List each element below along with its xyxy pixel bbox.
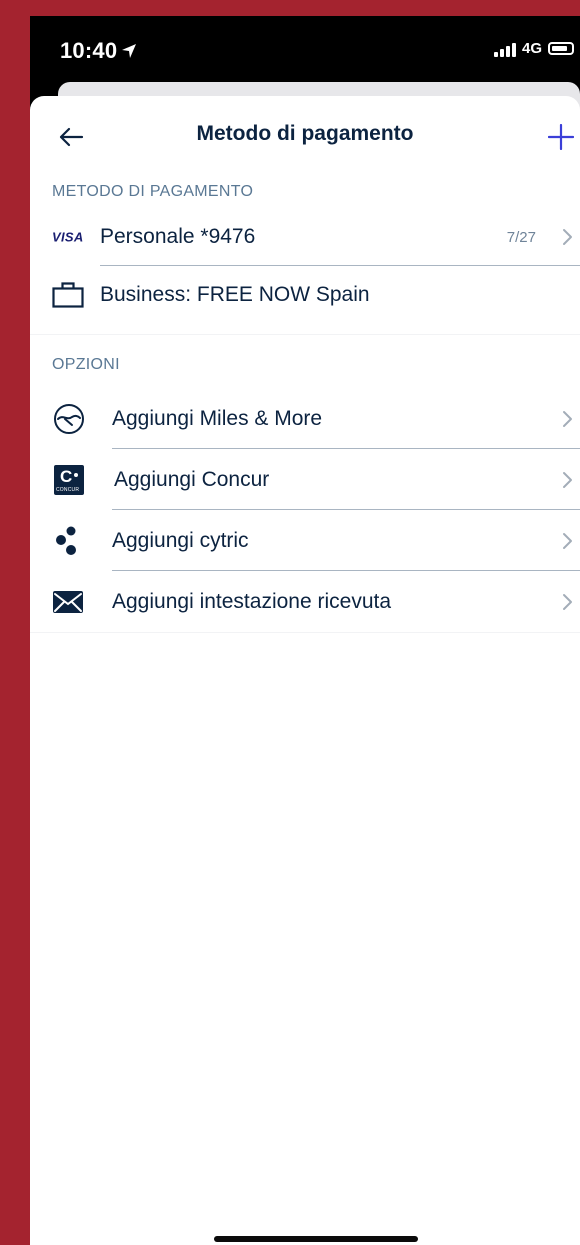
payment-item-label: Personale *9476: [100, 225, 256, 248]
option-item-label: Aggiungi Concur: [114, 467, 270, 491]
option-item-miles-more[interactable]: Aggiungi Miles & More: [30, 389, 580, 449]
lufthansa-crane-icon: [52, 402, 88, 436]
chevron-right-icon: [563, 229, 572, 245]
chevron-right-icon: [563, 411, 572, 427]
concur-logo-text: CONCUR: [56, 486, 80, 493]
phone-screen: 10:40 4G Metodo di pagamento METODO DI P…: [30, 16, 580, 1245]
chevron-right-icon: [563, 593, 572, 610]
option-item-label: Aggiungi cytric: [112, 528, 249, 552]
option-item-label: Aggiungi intestazione ricevuta: [112, 589, 392, 613]
network-type: 4G: [521, 40, 542, 57]
visa-logo-text: VISA: [52, 229, 84, 245]
briefcase-icon: [52, 282, 88, 308]
envelope-icon: [52, 590, 88, 614]
battery-icon: [548, 42, 574, 55]
option-item-label: Aggiungi Miles & More: [112, 407, 323, 430]
time-text: 10:40: [60, 38, 118, 63]
page-title: Metodo di pagamento: [196, 122, 414, 145]
payment-item-visa[interactable]: VISA Personale *9476 7/27: [30, 208, 580, 266]
status-bar: 10:40 4G: [30, 16, 580, 82]
status-time: 10:40: [60, 38, 137, 64]
home-indicator[interactable]: [214, 1236, 418, 1242]
section-divider: [30, 632, 580, 633]
location-arrow-icon: [122, 44, 137, 58]
section-header-options: OPZIONI: [52, 356, 120, 373]
payment-item-label: Business: FREE NOW Spain: [100, 283, 370, 306]
plus-icon: [548, 124, 574, 150]
option-item-concur[interactable]: C CONCUR Aggiungi Concur: [30, 449, 580, 510]
signal-bars-icon: [493, 41, 516, 57]
option-item-receipt-header[interactable]: Aggiungi intestazione ricevuta: [30, 571, 580, 632]
add-payment-button[interactable]: [544, 120, 578, 154]
visa-logo: VISA: [52, 230, 88, 245]
status-icons: 4G: [493, 40, 574, 57]
option-item-cytric[interactable]: Aggiungi cytric: [30, 510, 580, 571]
concur-logo-icon: C CONCUR: [52, 464, 88, 495]
section-header-payment: METODO DI PAGAMENTO: [52, 183, 254, 200]
section-divider: [30, 324, 580, 335]
cytric-dots-icon: [52, 525, 88, 557]
nav-bar: Metodo di pagamento: [30, 96, 580, 176]
payment-item-business[interactable]: Business: FREE NOW Spain: [30, 266, 580, 324]
chevron-right-icon: [563, 532, 572, 549]
payment-method-sheet: Metodo di pagamento METODO DI PAGAMENTO …: [30, 96, 580, 1245]
card-expiry: 7/27: [506, 228, 536, 246]
chevron-right-icon: [563, 471, 572, 488]
